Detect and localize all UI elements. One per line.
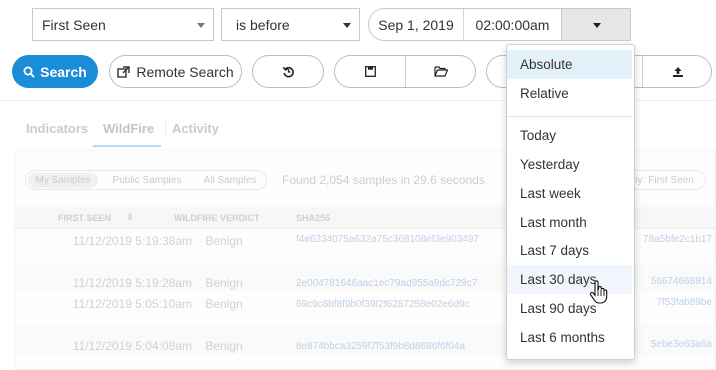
field-select[interactable]: First Seen — [32, 8, 214, 41]
time-input[interactable]: 02:00:00am — [464, 9, 562, 40]
chevron-down-icon — [197, 23, 205, 28]
upload-icon — [672, 66, 683, 77]
search-icon — [23, 66, 35, 78]
menu-item-yesterday[interactable]: Yesterday — [507, 150, 632, 179]
search-button-label: Search — [40, 63, 87, 80]
menu-item-last-30-days[interactable]: Last 30 days — [507, 265, 632, 294]
save-button[interactable] — [335, 56, 406, 87]
menu-item-absolute[interactable]: Absolute — [507, 50, 632, 79]
menu-item-today[interactable]: Today — [507, 121, 632, 150]
date-input[interactable]: Sep 1, 2019 — [369, 9, 464, 40]
date-input-value: Sep 1, 2019 — [378, 16, 454, 33]
reset-button[interactable] — [252, 55, 324, 88]
hand-cursor-icon — [589, 280, 608, 304]
menu-item-last-90-days[interactable]: Last 90 days — [507, 294, 632, 323]
remote-search-button[interactable]: Remote Search — [109, 55, 242, 88]
history-icon — [282, 66, 294, 78]
menu-item-last-7-days[interactable]: Last 7 days — [507, 236, 632, 265]
save-icon — [364, 66, 376, 77]
caret-down-icon — [593, 23, 601, 28]
operator-select-value: is before — [236, 16, 290, 33]
menu-item-last-6-months[interactable]: Last 6 months — [507, 323, 632, 352]
open-button[interactable] — [406, 56, 476, 87]
menu-divider — [507, 116, 632, 117]
date-range-menu: Absolute Relative Today Yesterday Last w… — [506, 44, 635, 360]
menu-item-relative[interactable]: Relative — [507, 79, 632, 108]
menu-item-last-week[interactable]: Last week — [507, 179, 632, 208]
chevron-down-icon — [343, 23, 351, 28]
search-button[interactable]: Search — [12, 55, 98, 88]
field-select-value: First Seen — [42, 16, 106, 33]
external-link-icon — [117, 65, 131, 78]
file-button-group — [334, 55, 476, 88]
remote-search-label: Remote Search — [136, 63, 234, 80]
menu-item-last-month[interactable]: Last month — [507, 208, 632, 237]
time-input-value: 02:00:00am — [475, 16, 550, 33]
export-button[interactable] — [642, 56, 712, 87]
folder-open-icon — [434, 66, 448, 77]
date-time-group: Sep 1, 2019 02:00:00am — [368, 8, 631, 41]
date-range-dropdown-button[interactable] — [562, 9, 630, 40]
operator-select[interactable]: is before — [221, 8, 360, 41]
